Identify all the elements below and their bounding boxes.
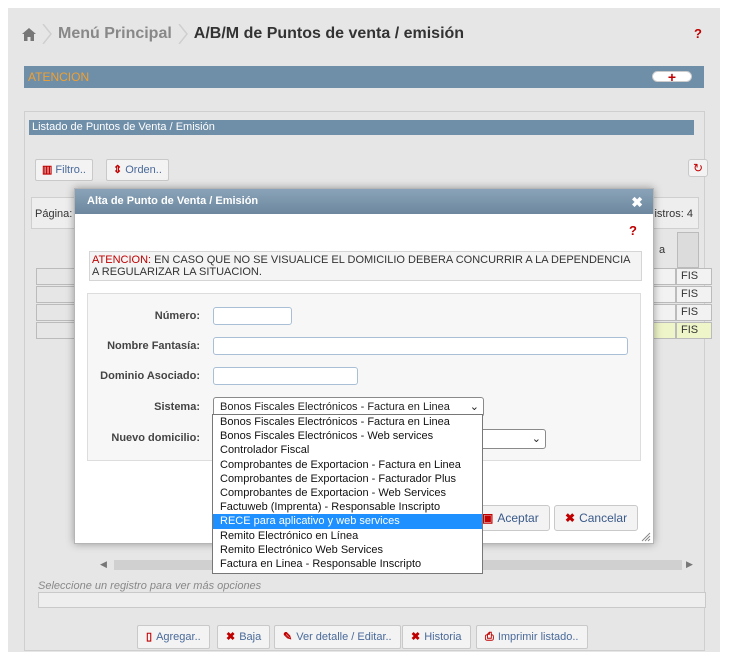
table-cell[interactable]: FIS xyxy=(676,268,712,285)
sistema-option[interactable]: Factuweb (Imprenta) - Responsable Inscri… xyxy=(213,500,482,514)
refresh-icon[interactable]: ↻ xyxy=(688,159,708,177)
cancel-label: Cancelar xyxy=(579,511,628,525)
scroll-right-icon[interactable]: ▶ xyxy=(686,559,693,570)
table-row[interactable] xyxy=(36,268,76,285)
selection-hint: Seleccione un registro para ver más opci… xyxy=(38,580,262,592)
dominio-asociado-input[interactable] xyxy=(213,367,358,385)
numero-label: Número: xyxy=(154,310,200,322)
expand-button[interactable]: + xyxy=(652,70,692,84)
home-icon[interactable] xyxy=(22,27,36,41)
delete-button[interactable]: ✖ Baja xyxy=(217,625,271,649)
help-icon[interactable]: ? xyxy=(629,223,637,238)
history-label: Historia xyxy=(424,631,462,643)
accept-label: Aceptar xyxy=(497,511,539,525)
table-cell[interactable]: FIS xyxy=(676,286,712,303)
cancel-button[interactable]: ✖ Cancelar xyxy=(554,505,639,531)
atencion-title: ATENCION xyxy=(28,70,90,84)
table-header-cell xyxy=(677,232,699,268)
edit-icon: ✎ xyxy=(283,631,293,643)
order-button[interactable]: ⇕ Orden.. xyxy=(106,159,169,181)
delete-label: Baja xyxy=(239,631,262,643)
close-icon[interactable]: ✖ xyxy=(631,194,643,211)
save-icon: ▣ xyxy=(482,511,494,525)
chevron-down-icon: ⌄ xyxy=(531,433,541,445)
sistema-option[interactable]: Factura en Linea - Responsable Inscripto xyxy=(213,557,482,571)
sistema-option[interactable]: Remito Electrónico en Línea xyxy=(213,529,482,543)
help-icon[interactable]: ? xyxy=(694,26,702,41)
filter-label: Filtro.. xyxy=(55,164,86,176)
page-title: A/B/M de Puntos de venta / emisión xyxy=(193,25,465,42)
filter-icon: ▥ xyxy=(42,164,53,176)
detail-label: Ver detalle / Editar.. xyxy=(296,631,392,643)
filter-button[interactable]: ▥ Filtro.. xyxy=(35,159,93,181)
add-icon: ▯ xyxy=(146,631,153,643)
table-header-partial: a xyxy=(659,244,666,256)
breadcrumb: Menú Principal A/B/M de Puntos de venta … xyxy=(22,24,464,44)
sistema-label: Sistema: xyxy=(154,401,200,413)
history-button[interactable]: ✖ Historia xyxy=(402,625,471,649)
nombre-fantasia-label: Nombre Fantasía: xyxy=(107,340,200,352)
dominio-asociado-label: Dominio Asociado: xyxy=(100,370,200,382)
breadcrumb-separator-icon xyxy=(178,24,188,44)
sistema-option[interactable]: Bonos Fiscales Electrónicos - Factura en… xyxy=(213,415,482,429)
table-row[interactable] xyxy=(36,286,76,303)
cancel-icon: ✖ xyxy=(565,511,576,525)
delete-icon: ✖ xyxy=(226,631,236,643)
records-count: istros: 4 xyxy=(654,208,693,220)
sistema-option[interactable]: Remito Electrónico Web Services xyxy=(213,543,482,557)
options-box xyxy=(38,592,706,608)
warning-message: ATENCION: EN CASO QUE NO SE VISUALICE EL… xyxy=(89,251,642,281)
resize-handle-icon[interactable] xyxy=(641,532,651,542)
sistema-option[interactable]: Comprobantes de Exportacion - Factura en… xyxy=(213,458,482,472)
add-button[interactable]: ▯ Agregar.. xyxy=(137,625,210,649)
sistema-option[interactable]: Comprobantes de Exportacion - Web Servic… xyxy=(213,486,482,500)
breadcrumb-separator-icon xyxy=(42,24,52,44)
table-cell-selected[interactable]: FIS xyxy=(676,322,712,339)
nombre-fantasia-input[interactable] xyxy=(213,337,628,355)
detail-button[interactable]: ✎ Ver detalle / Editar.. xyxy=(274,625,401,649)
add-label: Agregar.. xyxy=(156,631,201,643)
sistema-dropdown-list[interactable]: Bonos Fiscales Electrónicos - Factura en… xyxy=(212,414,483,574)
sort-icon: ⇕ xyxy=(113,164,123,176)
history-icon: ✖ xyxy=(411,631,421,643)
print-button[interactable]: ⎙ Imprimir listado.. xyxy=(476,625,588,649)
scroll-left-icon[interactable]: ◀ xyxy=(100,559,107,570)
page-label: Página: xyxy=(35,208,73,220)
breadcrumb-menu-principal[interactable]: Menú Principal xyxy=(58,25,172,43)
sistema-selected-value: Bonos Fiscales Electrónicos - Factura en… xyxy=(220,401,450,413)
table-row[interactable] xyxy=(36,304,76,321)
modal-title: Alta de Punto de Venta / Emisión xyxy=(75,189,653,214)
print-label: Imprimir listado.. xyxy=(497,631,579,643)
numero-input[interactable] xyxy=(213,307,292,325)
warning-text: EN CASO QUE NO SE VISUALICE EL DOMICILIO… xyxy=(92,254,630,278)
warning-prefix: ATENCION: xyxy=(92,254,152,266)
sistema-option[interactable]: Comprobantes de Exportacion - Facturador… xyxy=(213,472,482,486)
sistema-option[interactable]: Controlador Fiscal xyxy=(213,443,482,457)
sistema-option[interactable]: Bonos Fiscales Electrónicos - Web servic… xyxy=(213,429,482,443)
atencion-bar: ATENCION + xyxy=(24,66,704,88)
order-label: Orden.. xyxy=(125,164,162,176)
sistema-option-highlighted[interactable]: RECE para aplicativo y web services xyxy=(213,514,482,529)
table-row[interactable] xyxy=(36,322,76,339)
list-title: Listado de Puntos de Venta / Emisión xyxy=(29,120,694,135)
nuevo-domicilio-label: Nuevo domicilio: xyxy=(111,432,200,444)
table-cell[interactable]: FIS xyxy=(676,304,712,321)
print-icon: ⎙ xyxy=(485,631,494,643)
